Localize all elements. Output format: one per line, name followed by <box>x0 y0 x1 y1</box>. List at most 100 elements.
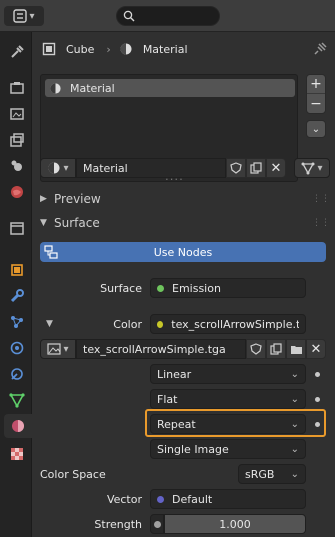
tab-object[interactable] <box>4 258 30 282</box>
chevron-down-icon: ⌄ <box>311 123 321 135</box>
vector-label: Vector <box>106 493 142 506</box>
plus-icon: + <box>310 76 322 92</box>
interpolation-dropdown[interactable]: Linear ⌄ <box>150 364 306 384</box>
material-icon <box>48 162 60 174</box>
tab-world[interactable] <box>4 180 30 204</box>
keyframe-dot-icon[interactable] <box>315 372 320 377</box>
link-mode-dropdown[interactable]: ▾ <box>294 158 330 178</box>
properties-tabs <box>0 32 32 537</box>
surface-shader-selector[interactable]: Emission <box>150 278 306 298</box>
fake-user-button[interactable] <box>226 158 246 178</box>
chevron-down-icon: ▾ <box>29 10 35 22</box>
preview-section-header[interactable]: ▶ Preview ⋮⋮ <box>40 190 330 208</box>
tab-material[interactable] <box>4 414 32 438</box>
slot-specials-button[interactable]: ⌄ <box>306 120 326 138</box>
tab-physics[interactable] <box>4 336 30 360</box>
mesh-data-icon <box>9 393 25 408</box>
duplicate-material-button[interactable] <box>246 158 266 178</box>
close-icon: ✕ <box>310 341 322 357</box>
chevron-down-icon: ⌄ <box>290 418 299 430</box>
tab-render[interactable] <box>4 76 30 100</box>
unlink-material-button[interactable]: ✕ <box>266 158 286 178</box>
scene-icon <box>11 160 22 171</box>
image-icon <box>47 343 62 355</box>
keyframe-dot-icon[interactable] <box>315 397 320 402</box>
chevron-down-icon: ▾ <box>317 162 323 174</box>
use-nodes-button[interactable]: Use Nodes <box>40 242 326 262</box>
remove-slot-button[interactable]: − <box>307 94 325 113</box>
chevron-down-icon: ⌄ <box>290 468 299 480</box>
extension-dropdown[interactable]: Repeat ⌄ <box>150 414 306 434</box>
unlink-image-button[interactable]: ✕ <box>306 339 326 359</box>
tab-modifiers[interactable] <box>4 284 30 308</box>
drag-handle-icon[interactable]: ⋮⋮ <box>312 218 330 228</box>
source-dropdown[interactable]: Single Image ⌄ <box>150 439 306 459</box>
material-icon <box>120 43 132 55</box>
chevron-down-icon: ▾ <box>63 162 69 174</box>
chevron-down-icon: ⌄ <box>290 443 299 455</box>
color-input-link[interactable]: tex_scrollArrowSimple.tga <box>150 314 306 334</box>
shield-icon <box>250 343 262 355</box>
breadcrumb-separator-icon: › <box>106 42 111 56</box>
open-image-button[interactable] <box>286 339 306 359</box>
render-icon <box>10 82 24 94</box>
color-socket-icon <box>157 320 164 328</box>
tab-data[interactable] <box>4 388 30 412</box>
wrench-icon <box>10 289 24 303</box>
object-data-icon <box>42 42 56 56</box>
slot-add-remove: + − <box>306 74 326 114</box>
color-space-dropdown[interactable]: sRGB ⌄ <box>238 464 306 484</box>
strength-socket[interactable] <box>150 514 164 534</box>
add-slot-button[interactable]: + <box>307 75 325 94</box>
minus-icon: − <box>310 95 322 112</box>
strength-slider[interactable]: 1.000 <box>164 514 306 534</box>
properties-editor-icon <box>13 9 28 23</box>
vector-socket-icon <box>157 495 164 503</box>
tab-texture[interactable] <box>4 442 30 466</box>
tab-constraints[interactable] <box>4 362 30 386</box>
keyframe-dot-icon[interactable] <box>315 422 320 427</box>
object-icon <box>11 264 23 276</box>
float-socket-icon <box>153 520 161 528</box>
folder-icon <box>290 346 302 354</box>
projection-dropdown[interactable]: Flat ⌄ <box>150 389 306 409</box>
expanded-arrow-icon: ▼ <box>40 218 47 228</box>
shader-socket-icon <box>157 284 164 292</box>
tab-particles[interactable] <box>4 310 30 334</box>
chevron-down-icon: ⌄ <box>290 393 299 405</box>
new-image-button[interactable] <box>266 339 286 359</box>
tab-view-layer[interactable] <box>4 128 30 152</box>
constraints-icon <box>11 368 23 380</box>
chevron-down-icon: ▾ <box>63 343 69 355</box>
browse-material-button[interactable]: ▾ <box>40 158 76 178</box>
editor-type-button[interactable]: ▾ <box>4 6 44 26</box>
tab-scene[interactable] <box>4 154 30 178</box>
shield-icon <box>230 162 242 174</box>
breadcrumb-object: Cube <box>66 42 95 56</box>
drag-handle-icon[interactable]: ⋮⋮ <box>312 194 330 204</box>
pin-icon[interactable] <box>314 41 328 55</box>
tab-collection[interactable] <box>4 216 30 240</box>
tab-output[interactable] <box>4 102 30 126</box>
material-name-field[interactable]: Material <box>76 158 226 178</box>
mesh-data-icon <box>301 162 315 175</box>
breadcrumb-material: Material <box>142 42 188 56</box>
browse-image-button[interactable]: ▾ <box>40 339 76 359</box>
vector-input-link[interactable]: Default <box>150 489 306 509</box>
image-name-field[interactable]: tex_scrollArrowSimple.tga <box>76 339 246 359</box>
material-icon <box>12 420 24 432</box>
list-item[interactable]: Material <box>45 79 295 97</box>
world-icon <box>11 186 23 198</box>
breadcrumb: Cube › Material <box>42 40 332 58</box>
physics-icon <box>10 341 24 355</box>
close-icon: ✕ <box>270 160 282 176</box>
search-input[interactable] <box>116 6 220 26</box>
surface-section-header[interactable]: ▼ Surface ⋮⋮ <box>40 214 330 232</box>
image-fake-user-button[interactable] <box>246 339 266 359</box>
tool-icon <box>11 45 24 58</box>
search-icon <box>123 10 135 22</box>
expanded-arrow-icon[interactable]: ▼ <box>46 319 53 329</box>
tab-tool[interactable] <box>4 40 30 64</box>
duplicate-icon <box>250 162 262 174</box>
surface-label: Surface <box>100 282 142 295</box>
